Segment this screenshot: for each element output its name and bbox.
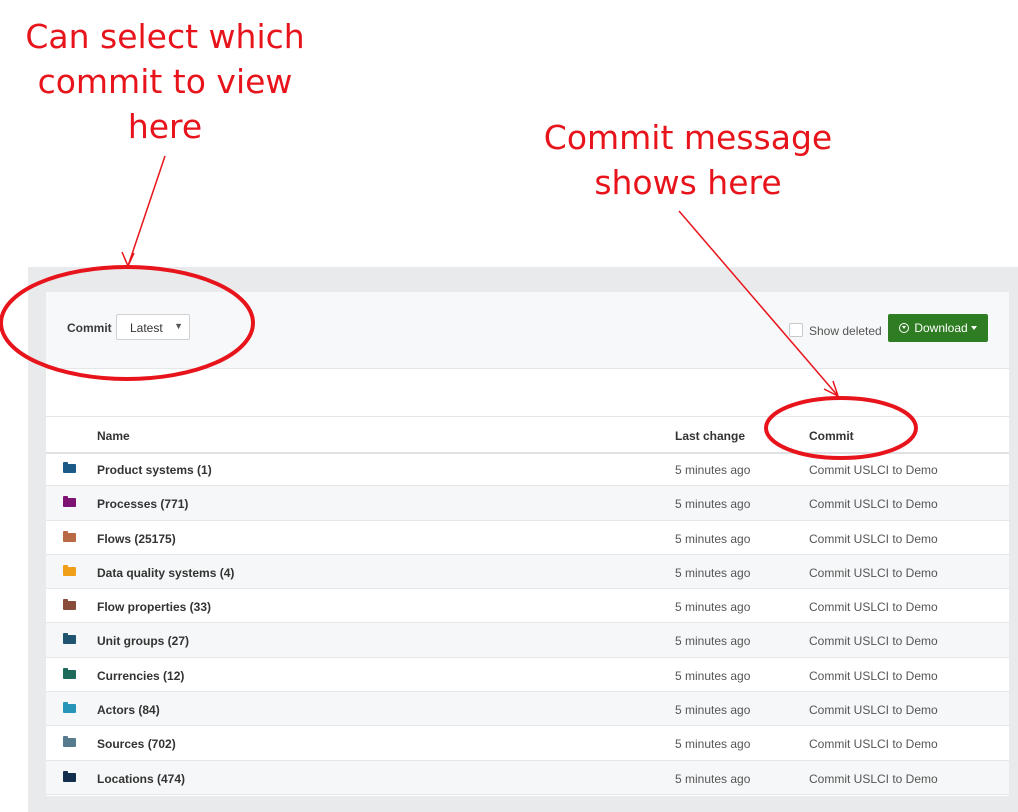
row-last-change: 5 minutes ago <box>675 531 751 546</box>
row-last-change: 5 minutes ago <box>675 565 751 580</box>
folder-icon <box>63 496 76 508</box>
table-row[interactable]: Flows (25175) 5 minutes ago Commit USLCI… <box>46 521 1009 555</box>
row-last-change: 5 minutes ago <box>675 463 751 477</box>
table-header: Name Last change Commit <box>46 416 1009 454</box>
annotation-commit-message: Commit message shows here <box>538 115 838 205</box>
row-name[interactable]: Data quality systems (4) <box>97 566 234 580</box>
show-deleted-checkbox[interactable] <box>789 323 803 337</box>
column-header-name[interactable]: Name <box>97 429 130 443</box>
caret-down-icon <box>970 326 977 330</box>
show-deleted-label[interactable]: Show deleted <box>809 324 882 338</box>
row-commit: Commit USLCI to Demo <box>809 565 938 580</box>
table-row[interactable]: Locations (474) 5 minutes ago Commit USL… <box>46 760 1009 795</box>
annotation-line: here <box>127 107 203 146</box>
folder-icon <box>63 736 76 748</box>
row-name[interactable]: Sources (702) <box>97 737 176 751</box>
folder-icon <box>63 702 76 714</box>
row-last-change: 5 minutes ago <box>675 771 751 786</box>
commit-select-value: Latest <box>130 321 163 335</box>
table-row[interactable]: Product systems (1) 5 minutes ago Commit… <box>46 452 1009 487</box>
folder-icon <box>63 599 76 611</box>
column-header-commit[interactable]: Commit <box>809 429 854 443</box>
commit-select[interactable]: Latest ▼ <box>116 314 190 340</box>
download-button[interactable]: Download <box>888 314 988 342</box>
table-row[interactable]: Data quality systems (4) 5 minutes ago C… <box>46 554 1009 590</box>
annotation-line: Commit message <box>543 118 833 157</box>
table-row[interactable]: Actors (84) 5 minutes ago Commit USLCI t… <box>46 692 1009 727</box>
table-row[interactable]: Sources (702) 5 minutes ago Commit USLCI… <box>46 726 1009 761</box>
folder-icon <box>63 667 76 679</box>
row-name[interactable]: Product systems (1) <box>97 463 212 477</box>
chevron-down-icon: ▼ <box>174 321 183 331</box>
row-name[interactable]: Unit groups (27) <box>97 634 189 648</box>
annotation-line: shows here <box>594 163 782 202</box>
table-row[interactable]: Unit groups (27) 5 minutes ago Commit US… <box>46 623 1009 658</box>
toolbar: Commit Latest ▼ Show deleted Download <box>46 292 1009 369</box>
row-name[interactable]: Processes (771) <box>97 497 188 511</box>
table-row[interactable]: Currencies (12) 5 minutes ago Commit USL… <box>46 658 1009 693</box>
row-name[interactable]: Actors (84) <box>97 703 160 717</box>
folder-icon <box>63 530 76 542</box>
row-last-change: 5 minutes ago <box>675 634 751 649</box>
download-label: Download <box>914 321 968 335</box>
arrow-line-left <box>127 155 166 267</box>
table-body: Product systems (1) 5 minutes ago Commit… <box>46 452 1009 795</box>
row-commit: Commit USLCI to Demo <box>809 497 938 512</box>
download-icon <box>899 323 910 333</box>
row-name[interactable]: Flows (25175) <box>97 532 176 546</box>
row-last-change: 5 minutes ago <box>675 703 751 718</box>
row-commit: Commit USLCI to Demo <box>809 600 938 615</box>
column-header-last-change[interactable]: Last change <box>675 429 745 443</box>
row-commit: Commit USLCI to Demo <box>809 737 938 752</box>
row-commit: Commit USLCI to Demo <box>809 463 938 477</box>
row-last-change: 5 minutes ago <box>675 497 751 512</box>
arrow-head-left <box>121 251 135 268</box>
row-last-change: 5 minutes ago <box>675 737 751 752</box>
annotation-commit-select: Can select which commit to view here <box>20 14 310 149</box>
commit-label: Commit <box>67 321 112 335</box>
row-commit: Commit USLCI to Demo <box>809 703 938 718</box>
row-name[interactable]: Locations (474) <box>97 772 185 786</box>
folder-icon <box>63 564 76 576</box>
row-commit: Commit USLCI to Demo <box>809 668 938 683</box>
table-row[interactable]: Processes (771) 5 minutes ago Commit USL… <box>46 486 1009 521</box>
row-commit: Commit USLCI to Demo <box>809 634 938 649</box>
row-last-change: 5 minutes ago <box>675 600 751 615</box>
row-commit: Commit USLCI to Demo <box>809 531 938 546</box>
row-last-change: 5 minutes ago <box>675 668 751 683</box>
row-name[interactable]: Currencies (12) <box>97 669 184 683</box>
folder-icon <box>63 633 76 645</box>
folder-icon <box>63 462 76 473</box>
annotation-line: Can select which <box>25 17 305 56</box>
repository-panel: Commit Latest ▼ Show deleted Download Na… <box>46 292 1009 796</box>
row-commit: Commit USLCI to Demo <box>809 771 938 786</box>
annotation-line: commit to view <box>37 62 293 101</box>
table-row[interactable]: Flow properties (33) 5 minutes ago Commi… <box>46 589 1009 624</box>
row-name[interactable]: Flow properties (33) <box>97 600 211 614</box>
folder-icon <box>63 770 76 782</box>
